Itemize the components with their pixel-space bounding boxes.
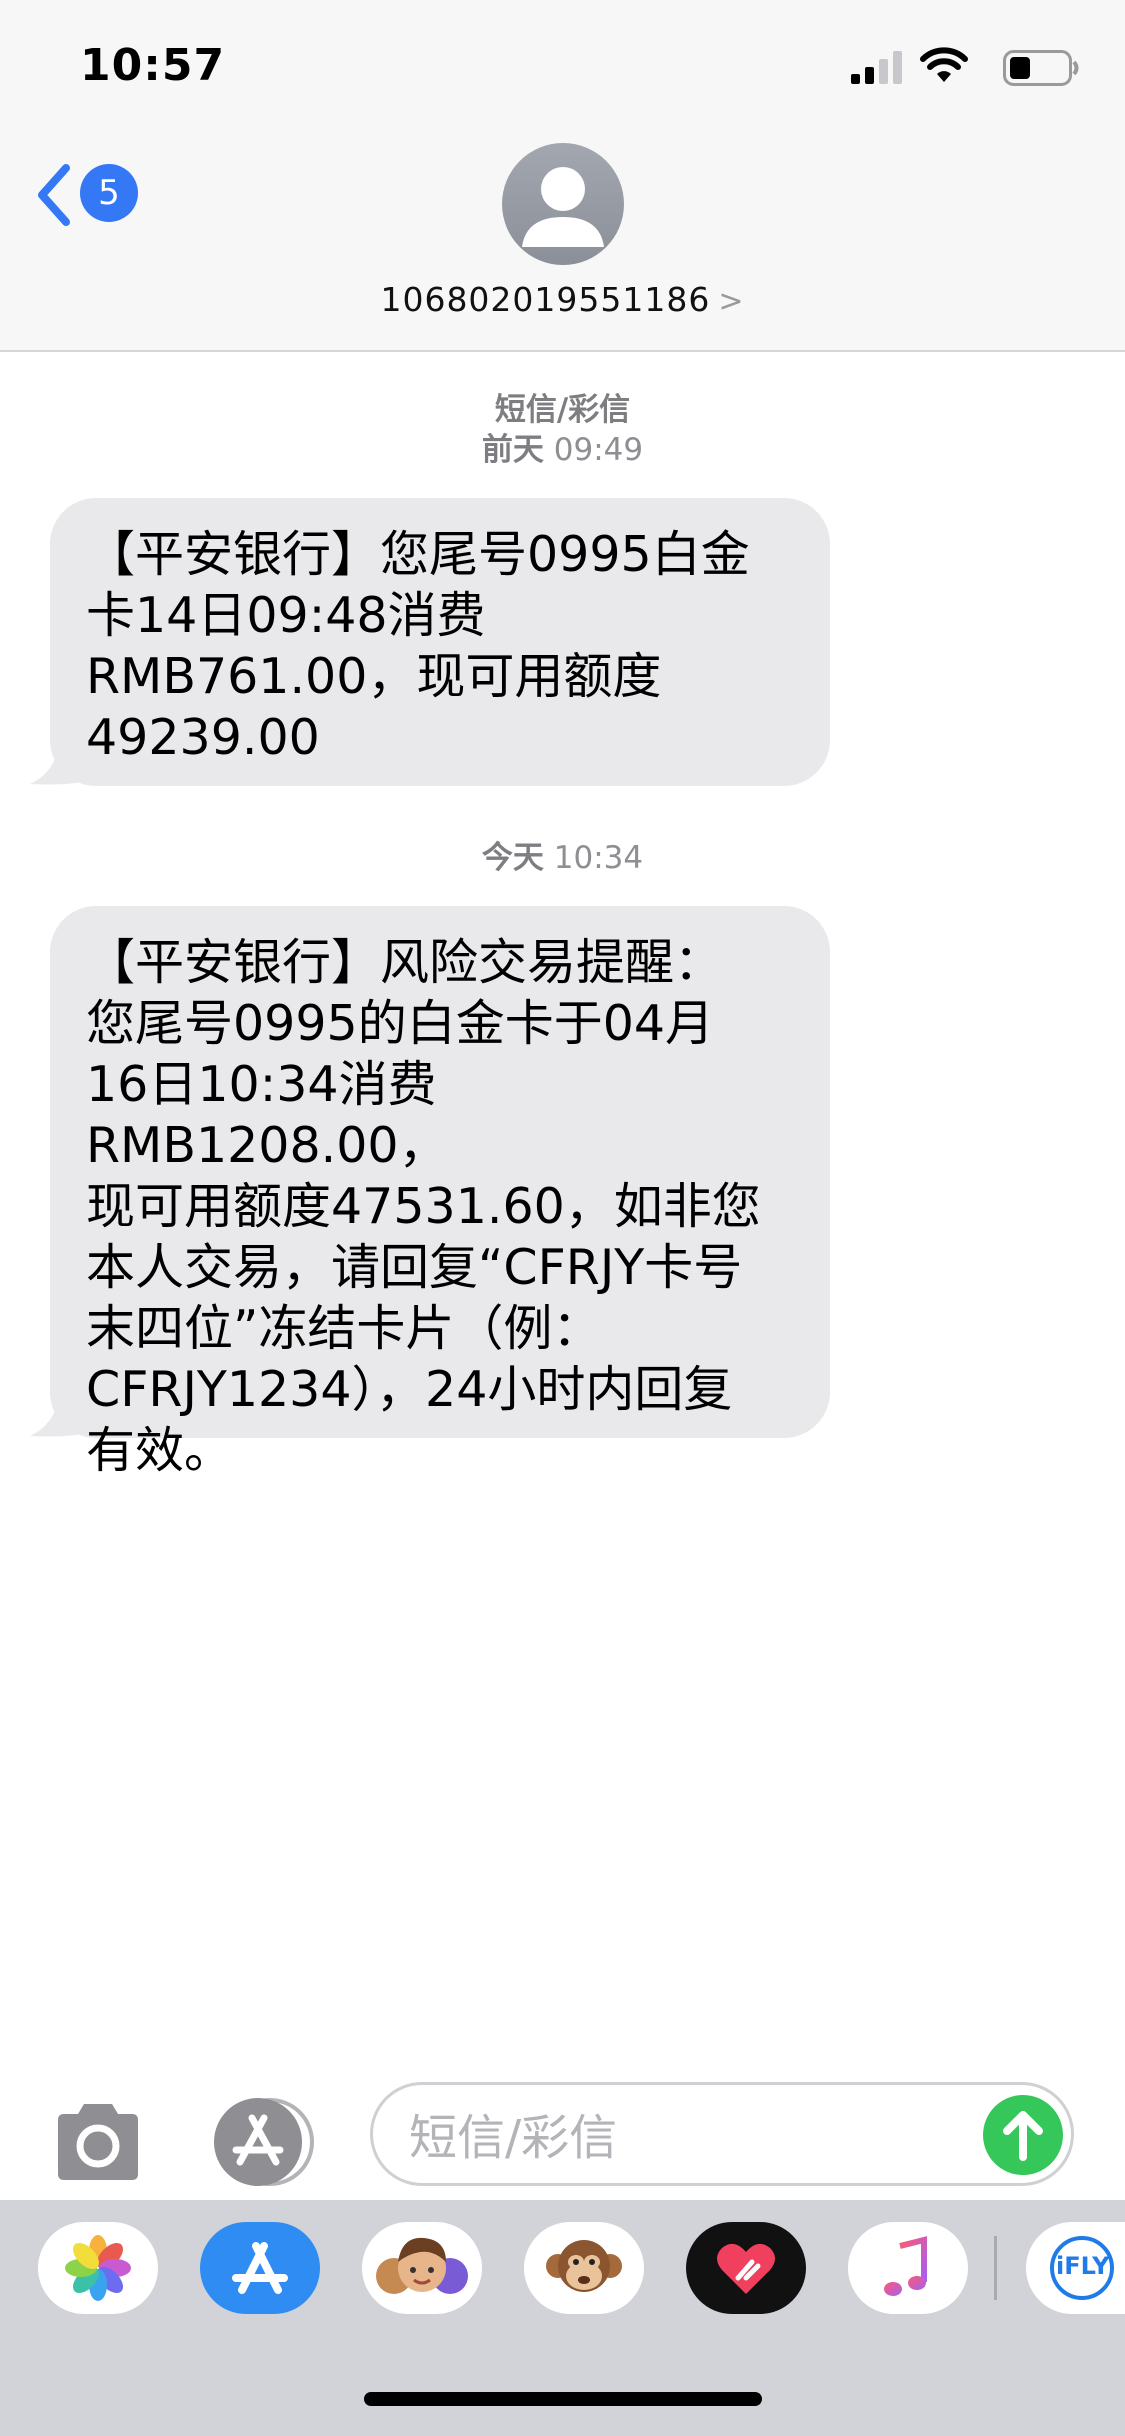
app-store-app-button[interactable] [200,2222,320,2314]
status-icons [851,46,1081,90]
ifly-app-button[interactable]: iFLY [1026,2222,1125,2314]
status-time: 10:57 [80,40,226,91]
message-line: 16日10:34消费RMB1208.00， [86,1056,448,1174]
message-line: 【平安银行】您尾号0995白金 [86,526,750,583]
chevron-left-icon [38,164,70,226]
music-app-button[interactable] [848,2222,968,2314]
service-label: 短信/彩信 [494,392,631,428]
battery-icon [1003,50,1079,86]
message-bubble[interactable]: 【平安银行】您尾号0995白金 卡14日09:48消费 RMB761.00，现可… [50,498,830,786]
dock-divider [994,2236,997,2300]
chevron-right-icon: > [718,284,745,319]
timestamp-day: 前天 [481,432,544,468]
message-line: 有效。 [86,1422,234,1479]
message-line: 现可用额度47531.60，如非您 [86,1178,761,1235]
message-line: 您尾号0995的白金卡于04月 [86,995,715,1052]
message-line: 【平安银行】风险交易提醒： [86,934,724,991]
message-bubble[interactable]: 【平安银行】风险交易提醒： 您尾号0995的白金卡于04月 16日10:34消费… [50,906,830,1479]
camera-button[interactable] [50,2100,146,2184]
animoji-monkey-app-button[interactable] [524,2222,644,2314]
memoji-app-button[interactable] [362,2222,482,2314]
timestamp-2: 今天 10:34 [0,838,1125,878]
message-line: 49239.00 [86,709,320,766]
app-store-icon [214,2098,314,2186]
contact-avatar[interactable] [502,143,624,265]
message-line: 卡14日09:48消费 [86,587,486,644]
contact-name[interactable]: 106802019551186 > [0,280,1125,319]
timestamp-day: 今天 [481,840,544,876]
digital-touch-app-button[interactable] [686,2222,806,2314]
heart-icon [717,2243,775,2294]
memoji-icon [376,2237,468,2294]
unread-count-badge: 5 [80,164,138,222]
contact-number: 106802019551186 [380,280,711,319]
photos-app-button[interactable] [38,2222,158,2314]
send-button[interactable] [983,2095,1063,2175]
camera-icon [58,2104,138,2180]
message-field[interactable] [370,2082,1074,2186]
timestamp-time: 10:34 [553,840,644,876]
timestamp-1: 前天 09:49 [0,430,1125,470]
message-line: CFRJY1234），24小时内回复 [86,1361,733,1418]
message-service-label: 短信/彩信 [0,390,1125,430]
message-line: RMB761.00，现可用额度 [86,648,662,705]
navigation-header: 10:57 5 106802019551186 > [0,0,1125,352]
cellular-signal-icon [851,51,902,84]
home-indicator[interactable] [364,2392,762,2406]
arrow-up-icon [1003,2111,1043,2161]
wifi-icon [920,47,968,82]
music-note-icon [884,2236,927,2296]
timestamp-time: 09:49 [553,432,644,468]
app-store-button[interactable] [210,2096,320,2188]
photos-icon [65,2235,131,2301]
app-store-icon [232,2242,288,2294]
message-input[interactable] [407,2107,971,2169]
monkey-icon [546,2240,622,2292]
person-icon [522,167,604,247]
back-button[interactable]: 5 [34,162,144,232]
composer-bar [0,2082,1125,2202]
message-line: 本人交易，请回复“CFRJY卡号 [86,1239,743,1296]
ifly-label: iFLY [1056,2252,1110,2280]
message-line: 末四位”冻结卡片（例： [86,1300,602,1357]
